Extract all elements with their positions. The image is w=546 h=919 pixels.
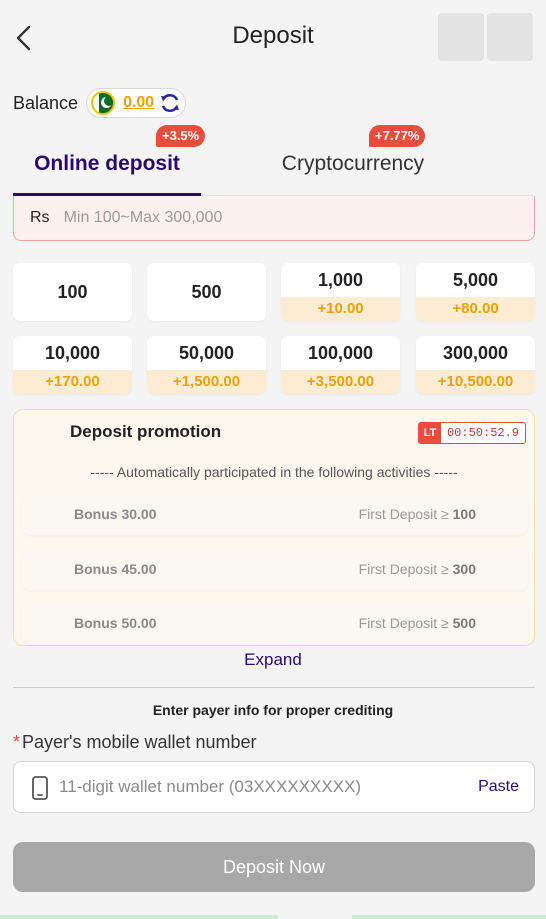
promotion-bonus: Bonus 50.00	[74, 615, 157, 631]
promotion-row: Bonus 30.00 First Deposit ≥ 100	[22, 493, 528, 535]
amount-chip-100[interactable]: 100	[13, 263, 132, 321]
chip-value: 100,000	[307, 343, 374, 363]
chip-bonus: +3,500.00	[281, 370, 400, 394]
amount-chip-5000[interactable]: 5,000 +80.00	[416, 263, 535, 321]
tab-online-deposit[interactable]: Online deposit	[13, 152, 201, 196]
amount-chip-100000[interactable]: 100,000 +3,500.00	[281, 336, 400, 394]
promotion-row: Bonus 45.00 First Deposit ≥ 300	[22, 548, 528, 590]
amount-input[interactable]	[63, 209, 464, 227]
pakistan-flag-icon	[91, 91, 116, 115]
promotion-bonus: Bonus 45.00	[74, 561, 157, 577]
bottom-indicator-left	[0, 915, 278, 919]
balance-label: Balance	[13, 92, 79, 113]
chip-bonus: +10,500.00	[416, 370, 535, 394]
chip-bonus: +170.00	[13, 370, 132, 394]
chip-value: 300,000	[442, 343, 509, 363]
amount-chip-10000[interactable]: 10,000 +170.00	[13, 336, 132, 394]
amount-chip-50000[interactable]: 50,000 +1,500.00	[147, 336, 266, 394]
header-placeholder-1	[438, 13, 484, 61]
refresh-icon[interactable]	[159, 92, 181, 114]
chip-value: 1,000	[317, 270, 364, 290]
paste-button[interactable]: Paste	[478, 762, 519, 812]
amount-field-container: Rs	[13, 196, 535, 241]
payer-hint: Enter payer info for proper crediting	[152, 702, 394, 718]
chip-value: 5,000	[452, 270, 499, 290]
tab-cryptocurrency[interactable]: Cryptocurrency	[268, 152, 438, 196]
phone-icon	[32, 776, 48, 800]
expand-link[interactable]: Expand	[0, 650, 546, 670]
promotion-bonus: Bonus 30.00	[74, 506, 157, 522]
deposit-now-button[interactable]: Deposit Now	[13, 842, 535, 892]
payer-field-label: * Payer's mobile wallet number	[13, 732, 257, 752]
promotion-condition: First Deposit ≥ 100	[358, 506, 476, 522]
chip-value: 50,000	[178, 343, 235, 363]
divider	[13, 687, 535, 688]
promotion-condition: First Deposit ≥ 500	[358, 615, 476, 631]
bottom-indicator-right	[352, 915, 546, 919]
cryptocurrency-badge: +7.77%	[369, 125, 426, 147]
deposit-promotion-card: Deposit promotion LT 00:50:52.9 ----- Au…	[13, 409, 535, 646]
promotion-title: Deposit promotion	[70, 422, 222, 441]
amount-chip-300000[interactable]: 300,000 +10,500.00	[416, 336, 535, 394]
promotion-timer: LT 00:50:52.9	[418, 422, 526, 444]
chip-value: 500	[191, 282, 222, 302]
promotion-subtitle: ----- Automatically participated in the …	[90, 464, 458, 480]
required-mark: *	[13, 732, 21, 752]
balance-row: Balance 0.00	[13, 88, 187, 118]
timer-tag: LT	[419, 423, 441, 443]
online-deposit-badge: +3.5%	[156, 125, 206, 147]
wallet-number-container: Paste	[13, 761, 535, 813]
currency-label: Rs	[30, 209, 50, 226]
promotion-condition: First Deposit ≥ 300	[358, 561, 476, 577]
deposit-tabs: Online deposit Cryptocurrency +3.5% +7.7…	[13, 125, 533, 196]
balance-value: 0.00	[123, 94, 155, 111]
chip-bonus: +10.00	[281, 297, 400, 321]
header: Deposit	[0, 0, 546, 76]
promotion-row: Bonus 50.00 First Deposit ≥ 500	[22, 602, 528, 644]
chip-bonus: +80.00	[416, 297, 535, 321]
chip-value: 10,000	[44, 343, 101, 363]
chip-bonus: +1,500.00	[147, 370, 266, 394]
header-placeholder-2	[487, 13, 533, 61]
wallet-number-input[interactable]	[59, 762, 419, 812]
timer-value: 00:50:52.9	[446, 426, 519, 440]
amount-chip-500[interactable]: 500	[147, 263, 266, 321]
balance-pill: 0.00	[86, 88, 187, 118]
chip-value: 100	[57, 282, 88, 302]
amount-chip-1000[interactable]: 1,000 +10.00	[281, 263, 400, 321]
